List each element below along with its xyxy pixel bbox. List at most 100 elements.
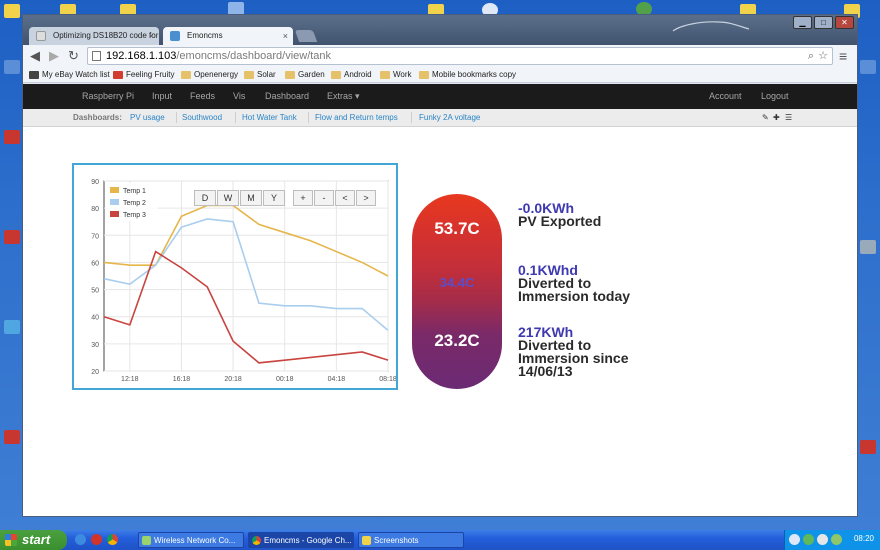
bookmark-solar[interactable]: Solar [244, 69, 276, 81]
dashboard-link-hot-water-tank[interactable]: Hot Water Tank [242, 113, 297, 122]
chrome-icon[interactable] [107, 534, 118, 545]
tray-icon[interactable] [817, 534, 828, 545]
window-close-button[interactable]: ✕ [835, 16, 854, 29]
dashboard-link-southwood[interactable]: Southwood [182, 113, 222, 122]
nav-account[interactable]: Account [709, 91, 742, 101]
dashboard-link-funky-voltage[interactable]: Funky 2A voltage [419, 113, 480, 122]
range-month-button[interactable]: M [240, 190, 262, 206]
x-tick-label: 08:18 [379, 376, 396, 383]
bookmark-label: Mobile bookmarks copy [432, 70, 517, 79]
legend-swatch [110, 211, 119, 217]
tab-emoncms[interactable]: Emoncms × [163, 27, 293, 45]
taskbar-emoncms-chrome[interactable]: Emoncms - Google Ch... [248, 532, 354, 548]
bookmark-garden[interactable]: Garden [285, 69, 325, 81]
dashboard-link-pv-usage[interactable]: PV usage [130, 113, 165, 122]
x-tick-label: 00:18 [276, 376, 294, 383]
pan-left-button[interactable]: < [335, 190, 355, 206]
windows-logo-icon [5, 534, 17, 546]
nav-vis[interactable]: Vis [233, 91, 245, 101]
desktop-icon[interactable] [4, 430, 20, 444]
nav-dashboard[interactable]: Dashboard [265, 91, 309, 101]
zoom-in-button[interactable]: + [293, 190, 313, 206]
reload-icon[interactable]: ↻ [68, 48, 79, 64]
range-week-button[interactable]: W [217, 190, 239, 206]
pan-right-button[interactable]: > [356, 190, 376, 206]
nav-logout[interactable]: Logout [761, 91, 789, 101]
list-icon[interactable]: ☰ [785, 113, 792, 122]
forward-icon[interactable]: ▶ [49, 48, 59, 64]
close-icon[interactable]: × [283, 27, 288, 45]
desktop-icon[interactable] [4, 4, 20, 18]
car-logo-icon [672, 21, 750, 32]
dashboard-link-flow-return[interactable]: Flow and Return temps [315, 113, 398, 122]
y-tick-label: 30 [91, 342, 99, 349]
tray-icon[interactable] [789, 534, 800, 545]
tab-optimizing[interactable]: Optimizing DS18B20 code for × [29, 27, 159, 45]
desktop-icon[interactable] [4, 230, 20, 244]
tray-icon[interactable] [831, 534, 842, 545]
divider [235, 112, 236, 123]
page-icon [92, 51, 101, 61]
desktop-icon[interactable] [860, 240, 876, 254]
legend-swatch [110, 187, 119, 193]
y-tick-label: 80 [91, 206, 99, 213]
address-host: 192.168.1.103 [106, 50, 177, 62]
dashboards-label: Dashboards: [73, 113, 122, 122]
bookmarks-bar: My eBay Watch list Feeling Fruity Openen… [23, 67, 857, 83]
desktop-icon[interactable] [4, 320, 20, 334]
nav-raspberry-pi[interactable]: Raspberry Pi [82, 91, 134, 101]
desktop-icon[interactable] [860, 440, 876, 454]
desktop-icon[interactable] [4, 130, 20, 144]
stat-label: Diverted to Immersion since 14/06/13 [518, 337, 629, 379]
bookmark-mobile[interactable]: Mobile bookmarks copy [419, 69, 516, 81]
y-tick-label: 70 [91, 233, 99, 240]
range-day-button[interactable]: D [194, 190, 216, 206]
menu-icon[interactable]: ≡ [839, 48, 847, 64]
page-content: Raspberry Pi Input Feeds Vis Dashboard E… [23, 84, 857, 516]
back-icon[interactable]: ◀ [30, 48, 40, 64]
bookmark-label: Garden [298, 70, 325, 79]
minimize-button[interactable]: ▁ [793, 16, 812, 29]
ie-icon[interactable] [75, 534, 86, 545]
nav-extras[interactable]: Extras ▾ [327, 91, 360, 102]
start-label: start [22, 532, 51, 547]
bookmark-feeling-fruity[interactable]: Feeling Fruity [113, 69, 174, 81]
nav-input[interactable]: Input [152, 91, 172, 101]
nav-feeds[interactable]: Feeds [190, 91, 215, 101]
ebay-icon [29, 71, 39, 79]
range-year-button[interactable]: Y [263, 190, 285, 206]
taskbar-button-label: Screenshots [374, 536, 419, 545]
desktop-icon[interactable] [4, 60, 20, 74]
add-icon[interactable]: ✚ [773, 113, 780, 122]
folder-icon [244, 71, 254, 79]
maximize-button[interactable]: □ [814, 16, 833, 29]
folder-icon [362, 536, 371, 545]
x-tick-label: 16:18 [173, 376, 191, 383]
desktop-icon[interactable] [860, 60, 876, 74]
tray-icon[interactable] [803, 534, 814, 545]
taskbar: start Wireless Network Co... Emoncms - G… [0, 530, 880, 550]
chrome-icon [252, 536, 261, 545]
taskbar-screenshots[interactable]: Screenshots [358, 532, 464, 548]
x-tick-label: 20:18 [224, 376, 242, 383]
bookmark-star-icon[interactable]: ☆ [818, 48, 828, 64]
zoom-out-button[interactable]: - [314, 190, 334, 206]
top-navbar: Raspberry Pi Input Feeds Vis Dashboard E… [23, 84, 857, 109]
opera-icon[interactable] [91, 534, 102, 545]
bookmark-work[interactable]: Work [380, 69, 412, 81]
bookmark-ebay[interactable]: My eBay Watch list [29, 69, 110, 81]
search-icon[interactable]: ⌕ [808, 48, 814, 64]
clock: 08:20 [853, 534, 874, 543]
close-icon[interactable]: × [149, 27, 154, 45]
address-bar[interactable]: 192.168.1.103/emoncms/dashboard/view/tan… [87, 47, 833, 65]
edit-icon[interactable]: ✎ [762, 113, 769, 122]
bookmark-android[interactable]: Android [331, 69, 372, 81]
x-tick-label: 12:18 [121, 376, 139, 383]
tab-title: Emoncms [187, 31, 223, 40]
stat-label: Diverted to Immersion today [518, 275, 631, 304]
start-button[interactable]: start [0, 530, 67, 550]
taskbar-wireless-network[interactable]: Wireless Network Co... [138, 532, 244, 548]
y-tick-label: 90 [91, 179, 99, 186]
new-tab-button[interactable] [294, 30, 318, 42]
bookmark-openenergy[interactable]: Openenergy [181, 69, 238, 81]
